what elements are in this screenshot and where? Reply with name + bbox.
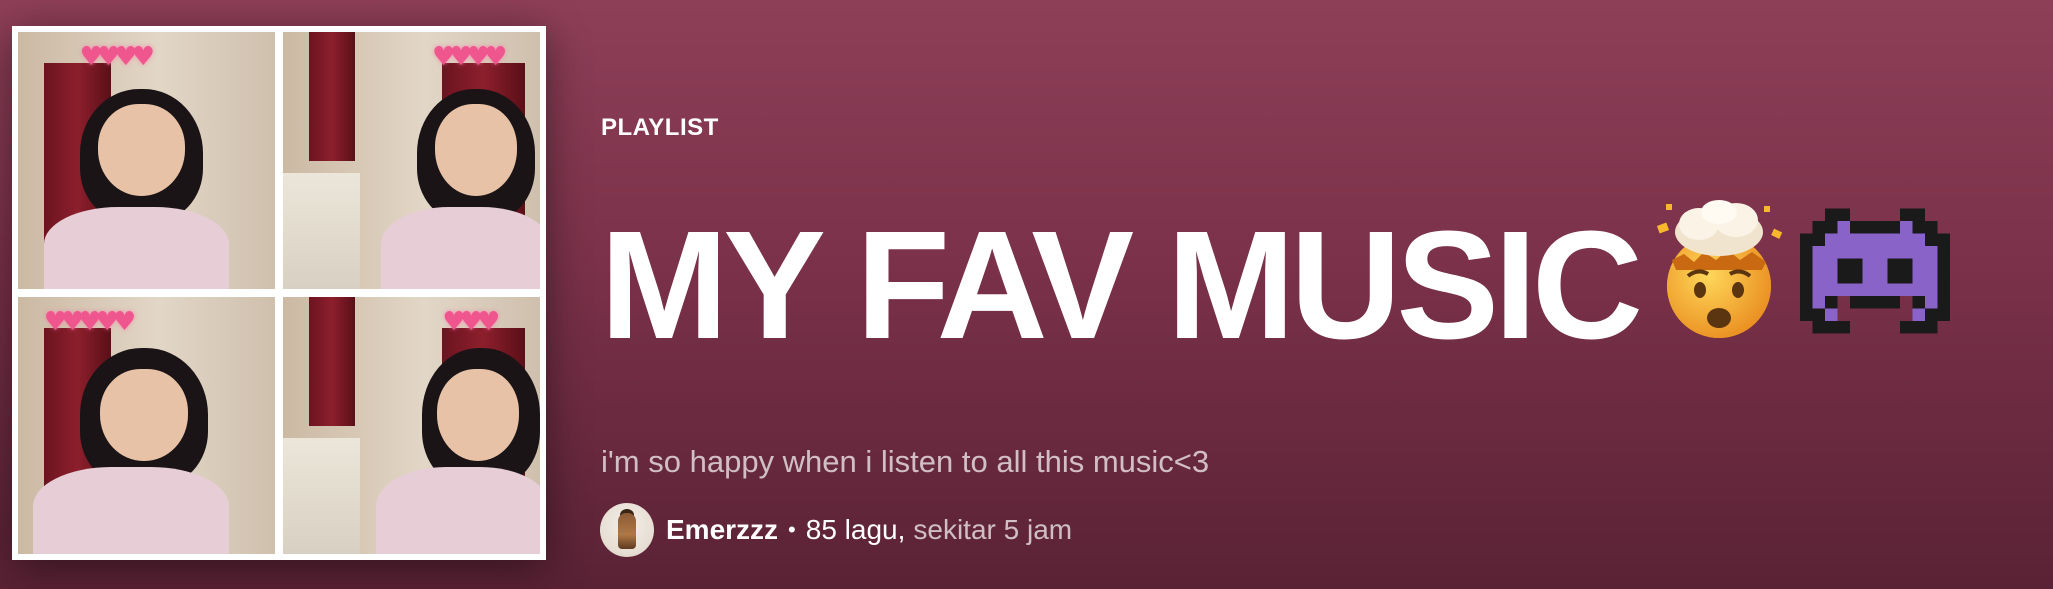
cover-photo-tile: ♥♥♥♥♥ <box>18 297 275 554</box>
playlist-title[interactable]: MY FAV MUSIC <box>600 196 1951 373</box>
playlist-duration: sekitar 5 jam <box>913 514 1073 545</box>
playlist-title-text: MY FAV MUSIC <box>600 198 1643 371</box>
exploding-head-icon <box>1644 196 1794 373</box>
owner-avatar[interactable] <box>600 503 654 557</box>
playlist-owner-row: Emerzzz • 85 lagu, sekitar 5 jam <box>600 503 1072 557</box>
playlist-cover-image[interactable]: ♥♥♥♥ ♥♥♥♥ ♥♥♥♥♥ ♥♥♥ <box>12 26 546 560</box>
alien-monster-icon <box>1800 196 1951 373</box>
owner-name-link[interactable]: Emerzzz <box>666 514 778 546</box>
playlist-description: i'm so happy when i listen to all this m… <box>601 444 1210 479</box>
cover-photo-tile: ♥♥♥♥ <box>18 32 275 289</box>
separator-dot: • <box>788 517 796 542</box>
playlist-header: ♥♥♥♥ ♥♥♥♥ ♥♥♥♥♥ ♥♥♥ PLAYLIST MY FAV MUSI… <box>0 0 2053 589</box>
cover-photo-tile: ♥♥♥♥ <box>283 32 540 289</box>
song-count: 85 lagu, <box>805 514 906 545</box>
playlist-meta: PLAYLIST MY FAV MUSIC i'm so happy when … <box>600 0 2040 589</box>
cover-photo-tile: ♥♥♥ <box>283 297 540 554</box>
playlist-type-label: PLAYLIST <box>601 114 719 141</box>
